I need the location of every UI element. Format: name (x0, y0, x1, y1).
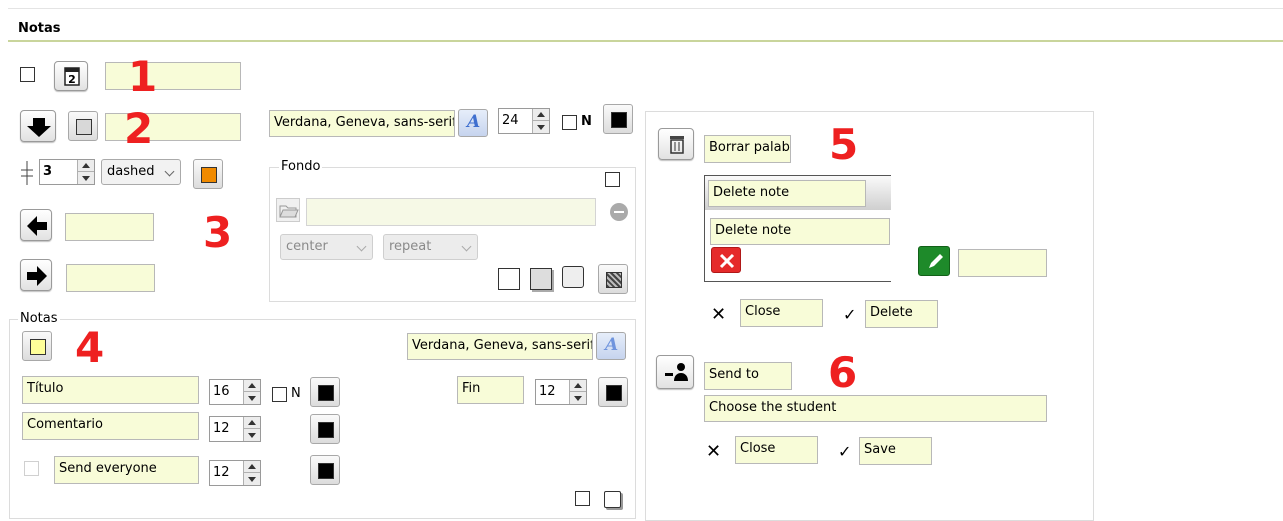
font-style-button[interactable]: A (458, 109, 488, 137)
comment-field[interactable]: Comentario (22, 412, 199, 440)
fondo-legend: Fondo (279, 159, 323, 174)
background-repeat-select[interactable]: repeat (383, 234, 478, 260)
callout-number-3: 3 (203, 208, 233, 257)
move-down-button[interactable] (20, 110, 56, 142)
font-family-field[interactable]: Verdana, Geneva, sans-serif (269, 110, 455, 137)
callout-number-6: 6 (828, 348, 858, 397)
pencil-icon[interactable] (918, 246, 950, 276)
rounded-option[interactable] (562, 266, 584, 288)
svg-text:2: 2 (68, 73, 76, 86)
notas-legend: Notas (18, 311, 60, 326)
background-position-select[interactable]: center (280, 234, 373, 260)
comment-color-button[interactable] (310, 414, 340, 444)
font-a-icon: A (467, 112, 481, 132)
folder-button[interactable] (276, 198, 300, 222)
arrow-right-icon (27, 266, 47, 286)
check-mark-icon: ✓ (838, 442, 852, 461)
comment-size-stepper[interactable]: 12 (209, 416, 261, 442)
date-field[interactable] (105, 62, 241, 90)
edit-field[interactable] (958, 249, 1047, 277)
move-right-button[interactable] (20, 259, 52, 291)
delete-label-field[interactable]: Delete (865, 300, 938, 328)
close-mark-icon: ✕ (711, 304, 727, 325)
notas-option-checkbox[interactable] (575, 491, 590, 506)
calendar-icon: 2 (64, 67, 80, 86)
trash-icon (670, 136, 684, 154)
font-a-icon: A (605, 335, 619, 355)
close-x-icon[interactable] (711, 247, 741, 273)
users-icon (665, 363, 688, 381)
delete-note-header-field[interactable]: Delete note (708, 180, 866, 207)
title-field[interactable]: Título (22, 376, 199, 404)
fondo-enable-checkbox[interactable] (605, 172, 620, 187)
title-size-stepper[interactable]: 16 (209, 379, 261, 405)
border-style-select[interactable]: dashed (101, 159, 181, 185)
send-size-stepper[interactable]: 12 (209, 460, 261, 486)
notas-shadow-option[interactable] (604, 491, 621, 508)
choose-student-field[interactable]: Choose the student (704, 395, 1047, 422)
bold-checkbox[interactable] (562, 115, 577, 130)
section-header: Notas (8, 8, 1283, 42)
save-label-field[interactable]: Save (859, 437, 932, 465)
calendar-button[interactable]: 2 (54, 61, 88, 91)
callout-number-2: 2 (124, 104, 154, 153)
border-color-picker[interactable] (193, 159, 223, 189)
send-color-button[interactable] (310, 455, 340, 485)
send-to-button[interactable] (656, 355, 694, 389)
border-color-button[interactable] (68, 111, 98, 141)
arrow-down-icon (27, 118, 51, 137)
send-everyone-field[interactable]: Send everyone (54, 456, 199, 484)
title-bold-label: N (291, 386, 301, 401)
show-date-checkbox[interactable] (20, 67, 35, 82)
close-mark-icon: ✕ (706, 441, 722, 462)
delete-note-text-field[interactable]: Delete note (710, 218, 890, 245)
left-offset-field[interactable] (65, 213, 154, 241)
end-color-button[interactable] (598, 377, 628, 407)
check-mark-icon: ✓ (843, 305, 857, 324)
no-shadow-option[interactable] (498, 268, 520, 290)
send-to-field[interactable]: Send to (704, 362, 792, 390)
right-offset-field[interactable] (66, 264, 155, 292)
title-color-button[interactable] (310, 377, 340, 407)
arrow-left-icon (27, 216, 47, 236)
pattern-button[interactable] (598, 264, 628, 294)
erase-word-field[interactable]: Borrar palabra (704, 135, 791, 163)
border-width-icon (20, 161, 34, 185)
border-width-stepper[interactable]: 3 (39, 159, 95, 185)
callout-number-5: 5 (829, 120, 859, 169)
erase-button[interactable] (658, 128, 694, 160)
move-left-button[interactable] (20, 209, 52, 241)
notas-font-style-button[interactable]: A (596, 332, 626, 360)
end-field[interactable]: Fin (457, 376, 524, 404)
remove-icon[interactable] (610, 203, 628, 221)
close-label-field[interactable]: Close (740, 299, 823, 327)
title-bold-checkbox[interactable] (272, 387, 287, 402)
send-everyone-checkbox[interactable] (24, 461, 39, 476)
page-title: Notas (18, 21, 61, 36)
callout-number-1: 1 (128, 52, 158, 101)
callout-number-4: 4 (75, 323, 105, 372)
folder-open-icon (279, 205, 299, 218)
font-size-stepper[interactable]: 24 (498, 108, 550, 134)
bold-label: N (581, 114, 592, 129)
send-close-label-field[interactable]: Close (735, 436, 818, 464)
notas-font-family-field[interactable]: Verdana, Geneva, sans-serif (407, 333, 593, 360)
end-size-stepper[interactable]: 12 (535, 379, 587, 405)
shadow-option[interactable] (530, 268, 552, 290)
background-image-field[interactable] (306, 198, 596, 226)
font-color-button[interactable] (603, 104, 633, 134)
note-color-button[interactable] (22, 331, 52, 361)
